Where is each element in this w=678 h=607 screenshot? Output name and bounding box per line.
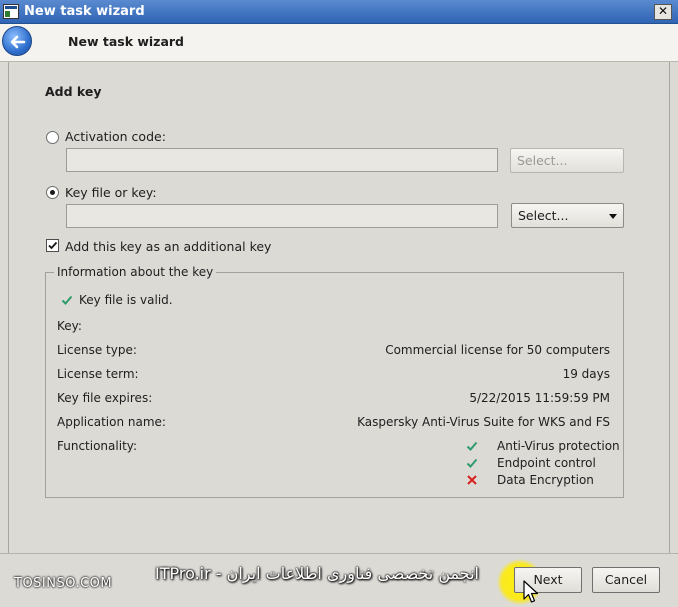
key-file-select-label: Select... xyxy=(518,208,569,223)
cross-icon xyxy=(466,474,478,486)
wizard-header: New task wizard xyxy=(0,24,678,62)
back-arrow-icon[interactable] xyxy=(2,26,32,56)
functionality-name: Data Encryption xyxy=(497,473,594,487)
key-label: Key: xyxy=(57,319,82,333)
title-bar: New task wizard ✕ xyxy=(0,0,678,24)
key-status-text: Key file is valid. xyxy=(79,293,173,307)
mouse-cursor-icon xyxy=(523,580,539,607)
functionality-name: Endpoint control xyxy=(497,456,596,470)
license-term-label: License term: xyxy=(57,367,139,381)
additional-key-checkbox[interactable] xyxy=(46,239,59,252)
license-type-label: License type: xyxy=(57,343,137,357)
key-file-label: Key file or key: xyxy=(65,185,157,200)
key-info-group: Information about the key Key file is va… xyxy=(45,265,624,498)
key-info-legend: Information about the key xyxy=(54,265,217,279)
close-icon[interactable]: ✕ xyxy=(654,4,672,20)
wizard-title: New task wizard xyxy=(68,34,185,49)
check-icon xyxy=(466,440,478,452)
key-file-select-dropdown[interactable]: Select... xyxy=(511,203,624,228)
activation-select-button[interactable]: Select... xyxy=(510,148,624,173)
key-expires-value: 5/22/2015 11:59:59 PM xyxy=(469,391,610,405)
window-title: New task wizard xyxy=(24,4,145,19)
wizard-footer: TOSINSO.COM ITPro.ir - انجمن تخصصی فناور… xyxy=(0,553,678,607)
key-file-field[interactable] xyxy=(66,204,498,228)
app-icon xyxy=(3,4,19,19)
activation-code-field[interactable] xyxy=(66,148,498,172)
activation-code-radio[interactable] xyxy=(46,131,59,144)
application-name-label: Application name: xyxy=(57,415,166,429)
license-term-value: 19 days xyxy=(562,367,610,381)
chevron-down-icon xyxy=(609,214,617,219)
additional-key-label: Add this key as an additional key xyxy=(65,239,272,254)
cancel-button[interactable]: Cancel xyxy=(592,567,660,593)
license-type-value: Commercial license for 50 computers xyxy=(385,343,610,357)
key-file-radio[interactable] xyxy=(46,186,59,199)
watermark-itpro: ITPro.ir - انجمن تخصصی فناوری اطلاعات ای… xyxy=(155,564,479,583)
valid-check-icon xyxy=(61,294,73,306)
wizard-content: Add key Activation code: Select... Key f… xyxy=(8,62,670,553)
functionality-label: Functionality: xyxy=(57,439,138,453)
activation-code-label: Activation code: xyxy=(65,129,166,144)
application-name-value: Kaspersky Anti-Virus Suite for WKS and F… xyxy=(357,415,610,429)
section-title: Add key xyxy=(45,84,102,99)
check-icon xyxy=(466,457,478,469)
functionality-name: Anti-Virus protection xyxy=(497,439,620,453)
watermark-tosinso: TOSINSO.COM xyxy=(14,576,113,591)
key-expires-label: Key file expires: xyxy=(57,391,153,405)
